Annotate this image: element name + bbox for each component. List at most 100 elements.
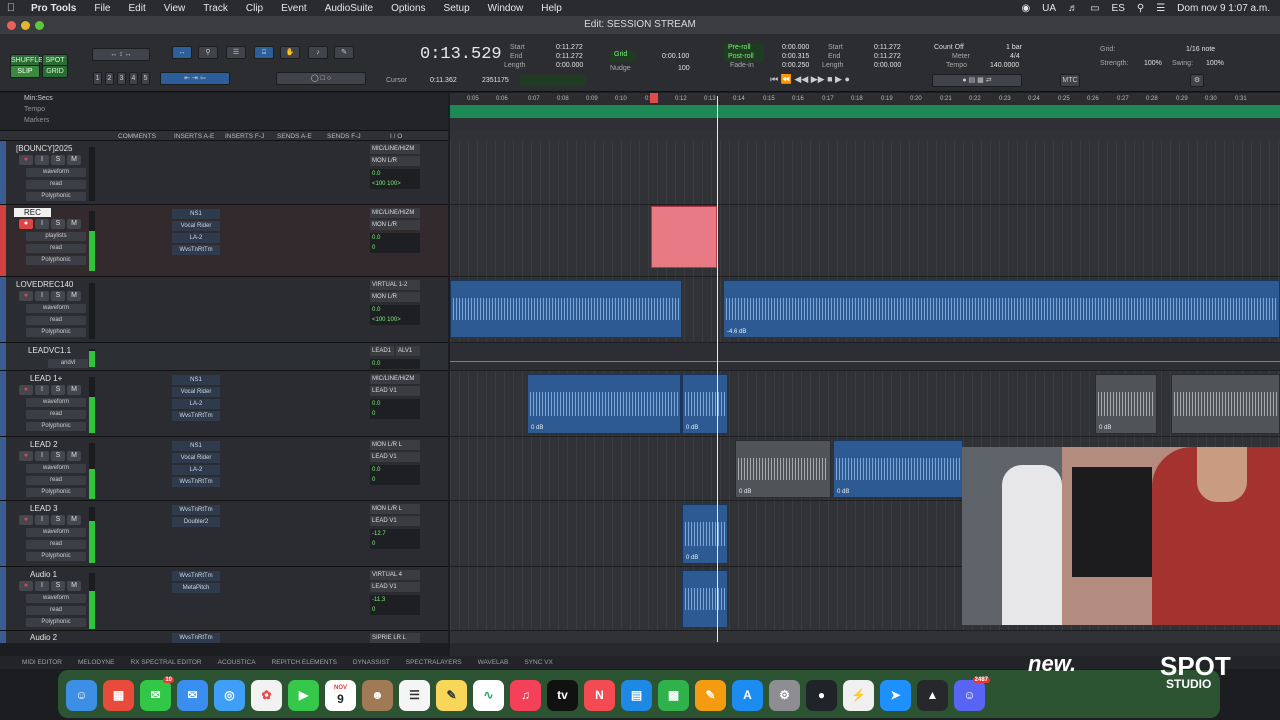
menu-window[interactable]: Window	[479, 3, 533, 14]
smart-tool-buttons[interactable]: ◯ □ ○	[276, 72, 366, 85]
output-selector[interactable]: MON L/R	[370, 156, 420, 166]
menu-setup[interactable]: Setup	[435, 3, 479, 14]
menu-file[interactable]: File	[85, 3, 119, 14]
freeform-icon[interactable]: ∿	[473, 679, 504, 711]
record-arm-button[interactable]: ●	[19, 291, 33, 301]
preroll-label[interactable]: Pre-roll	[724, 44, 764, 53]
mute-button[interactable]: M	[67, 515, 81, 525]
insert-slot[interactable]: Vocal Rider	[172, 453, 220, 463]
photos-icon[interactable]: ✿	[251, 679, 282, 711]
output-selector[interactable]: LEAD V1	[370, 582, 420, 592]
grid-label[interactable]: Grid	[610, 51, 636, 61]
track-lane[interactable]: 0 dB 0 dB 0 dB	[450, 371, 1280, 437]
mode-slip-button[interactable]: SLIP	[10, 65, 40, 78]
facetime-icon[interactable]: ▶	[288, 679, 319, 711]
column-sends-fj[interactable]: SENDS F-J	[327, 133, 361, 140]
markers-ruler-label[interactable]: Markers	[0, 115, 448, 126]
column-sends-ae[interactable]: SENDS A-E	[277, 133, 312, 140]
elastic-mode[interactable]: Polyphonic	[26, 192, 86, 201]
selection-length[interactable]: 0:00.000	[556, 62, 583, 69]
input-monitor-button[interactable]: I	[35, 451, 49, 461]
mute-button[interactable]: M	[67, 219, 81, 229]
automation-mode[interactable]: read	[26, 540, 86, 549]
trim-tool-icon[interactable]: ☰	[226, 46, 246, 59]
insert-slot[interactable]: LA-2	[172, 399, 220, 409]
volume-display[interactable]: 0.0 <100 100>	[370, 305, 420, 325]
menu-audiosuite[interactable]: AudioSuite	[316, 3, 382, 14]
audio-clip[interactable]	[682, 570, 728, 628]
selection-end[interactable]: 0:11.272	[556, 53, 583, 60]
postroll-label[interactable]: Post-roll	[724, 53, 764, 62]
insert-slot[interactable]: LA-2	[172, 233, 220, 243]
audio-clip[interactable]: 0 dB	[682, 374, 728, 434]
playhead-cursor[interactable]	[717, 96, 718, 642]
solo-button[interactable]: S	[51, 219, 65, 229]
input-monitor-button[interactable]: I	[35, 515, 49, 525]
clock[interactable]: Dom nov 9 1:07 a.m.	[1177, 3, 1270, 14]
nudge-label[interactable]: Nudge	[610, 65, 631, 72]
input-selector[interactable]: MON L/R L	[370, 440, 420, 450]
edit-tool-group[interactable]: ⇤ ⇥ ⇦	[160, 72, 230, 85]
track-lane[interactable]	[450, 205, 1280, 277]
transport-end[interactable]: 0:11.272	[874, 53, 901, 60]
input-language-2[interactable]: ES	[1112, 3, 1125, 14]
tab-acoustica[interactable]: ACOUSTICA	[218, 659, 256, 666]
output-selector[interactable]: LEAD V1	[370, 452, 420, 462]
battery-icon[interactable]: ▭	[1090, 3, 1099, 14]
audio-clip[interactable]: 0 dB	[1095, 374, 1157, 434]
swing-value[interactable]: 100%	[1206, 60, 1224, 67]
music-icon[interactable]: ♫	[510, 679, 541, 711]
system-settings-icon[interactable]: ⚙	[769, 679, 800, 711]
insert-slot[interactable]: WvsTnRtTm	[172, 245, 220, 255]
elastic-mode[interactable]: Polyphonic	[26, 422, 86, 431]
fadein-value[interactable]: 0:00.250	[782, 62, 809, 69]
minimize-window-button[interactable]	[21, 21, 30, 30]
grid-value[interactable]: 0:00.100	[662, 53, 689, 60]
column-comments[interactable]: COMMENTS	[118, 133, 156, 140]
track-name[interactable]: Audio 1	[30, 570, 57, 579]
recording-clip[interactable]	[651, 206, 717, 268]
track-lane[interactable]	[450, 141, 1280, 205]
solo-button[interactable]: S	[51, 581, 65, 591]
track-name[interactable]: LEAD 2	[30, 440, 58, 449]
app-store-icon[interactable]: A	[732, 679, 763, 711]
minsecs-ruler-label[interactable]: Min:Secs	[0, 93, 448, 104]
record-arm-button[interactable]: ●	[19, 385, 33, 395]
elastic-mode[interactable]: Polyphonic	[26, 328, 86, 337]
track-row[interactable]: LEAD 3 ● I S M waveform read Polyphonic Wvs…	[0, 501, 448, 567]
insert-slot[interactable]: MetaPitch	[172, 583, 220, 593]
control-center-icon[interactable]: ☰	[1156, 3, 1165, 14]
insert-slot[interactable]: WvsTnRtTm	[172, 571, 220, 581]
news-icon[interactable]: N	[584, 679, 615, 711]
track-name[interactable]: LOVEDREC140	[16, 280, 73, 289]
insert-slot[interactable]: NS1	[172, 441, 220, 451]
track-view-selector[interactable]: waveform	[26, 528, 86, 537]
finder-icon[interactable]: ☺	[66, 679, 97, 711]
pencil-tool-icon[interactable]: ✎	[334, 46, 354, 59]
input-selector[interactable]: LEAD1	[370, 346, 394, 356]
volume-display[interactable]: -11.3 0	[370, 595, 420, 615]
column-io[interactable]: I / O	[390, 133, 402, 140]
input-monitor-button[interactable]: I	[35, 219, 49, 229]
track-row[interactable]: REC ● I S M playlists read Polyphonic NS1 V…	[0, 205, 448, 277]
output-selector[interactable]: MON L/R	[370, 220, 420, 230]
wifi-status-icon[interactable]: ◉	[1021, 3, 1030, 14]
output-selector[interactable]: LEAD V1	[370, 386, 420, 396]
input-selector[interactable]: SIPRIE LR L	[370, 633, 420, 643]
record-arm-button[interactable]: ●	[19, 581, 33, 591]
solo-button[interactable]: S	[51, 515, 65, 525]
automation-mode[interactable]: read	[26, 606, 86, 615]
record-arm-button[interactable]: ●	[19, 451, 33, 461]
insert-slot[interactable]: Vocal Rider	[172, 221, 220, 231]
automation-mode[interactable]: read	[26, 316, 86, 325]
transport-controls[interactable]: ⏮ ⏪ ◀◀ ▶▶ ■ ▶ ●	[720, 74, 900, 87]
transport-length[interactable]: 0:00.000	[874, 62, 901, 69]
tab-melodyne[interactable]: MELODYNE	[78, 659, 114, 666]
safari-icon[interactable]: ◎	[214, 679, 245, 711]
menu-app-name[interactable]: Pro Tools	[22, 3, 85, 14]
transport-start[interactable]: 0:11.272	[874, 44, 901, 51]
tab-rx-spectral-editor[interactable]: RX SPECTRAL EDITOR	[130, 659, 201, 666]
track-row[interactable]: LEAD 1+ ● I S M waveform read Polyphonic NS…	[0, 371, 448, 437]
volume-icon[interactable]: ♬	[1068, 3, 1078, 14]
nudge-value[interactable]: 100	[678, 65, 690, 72]
